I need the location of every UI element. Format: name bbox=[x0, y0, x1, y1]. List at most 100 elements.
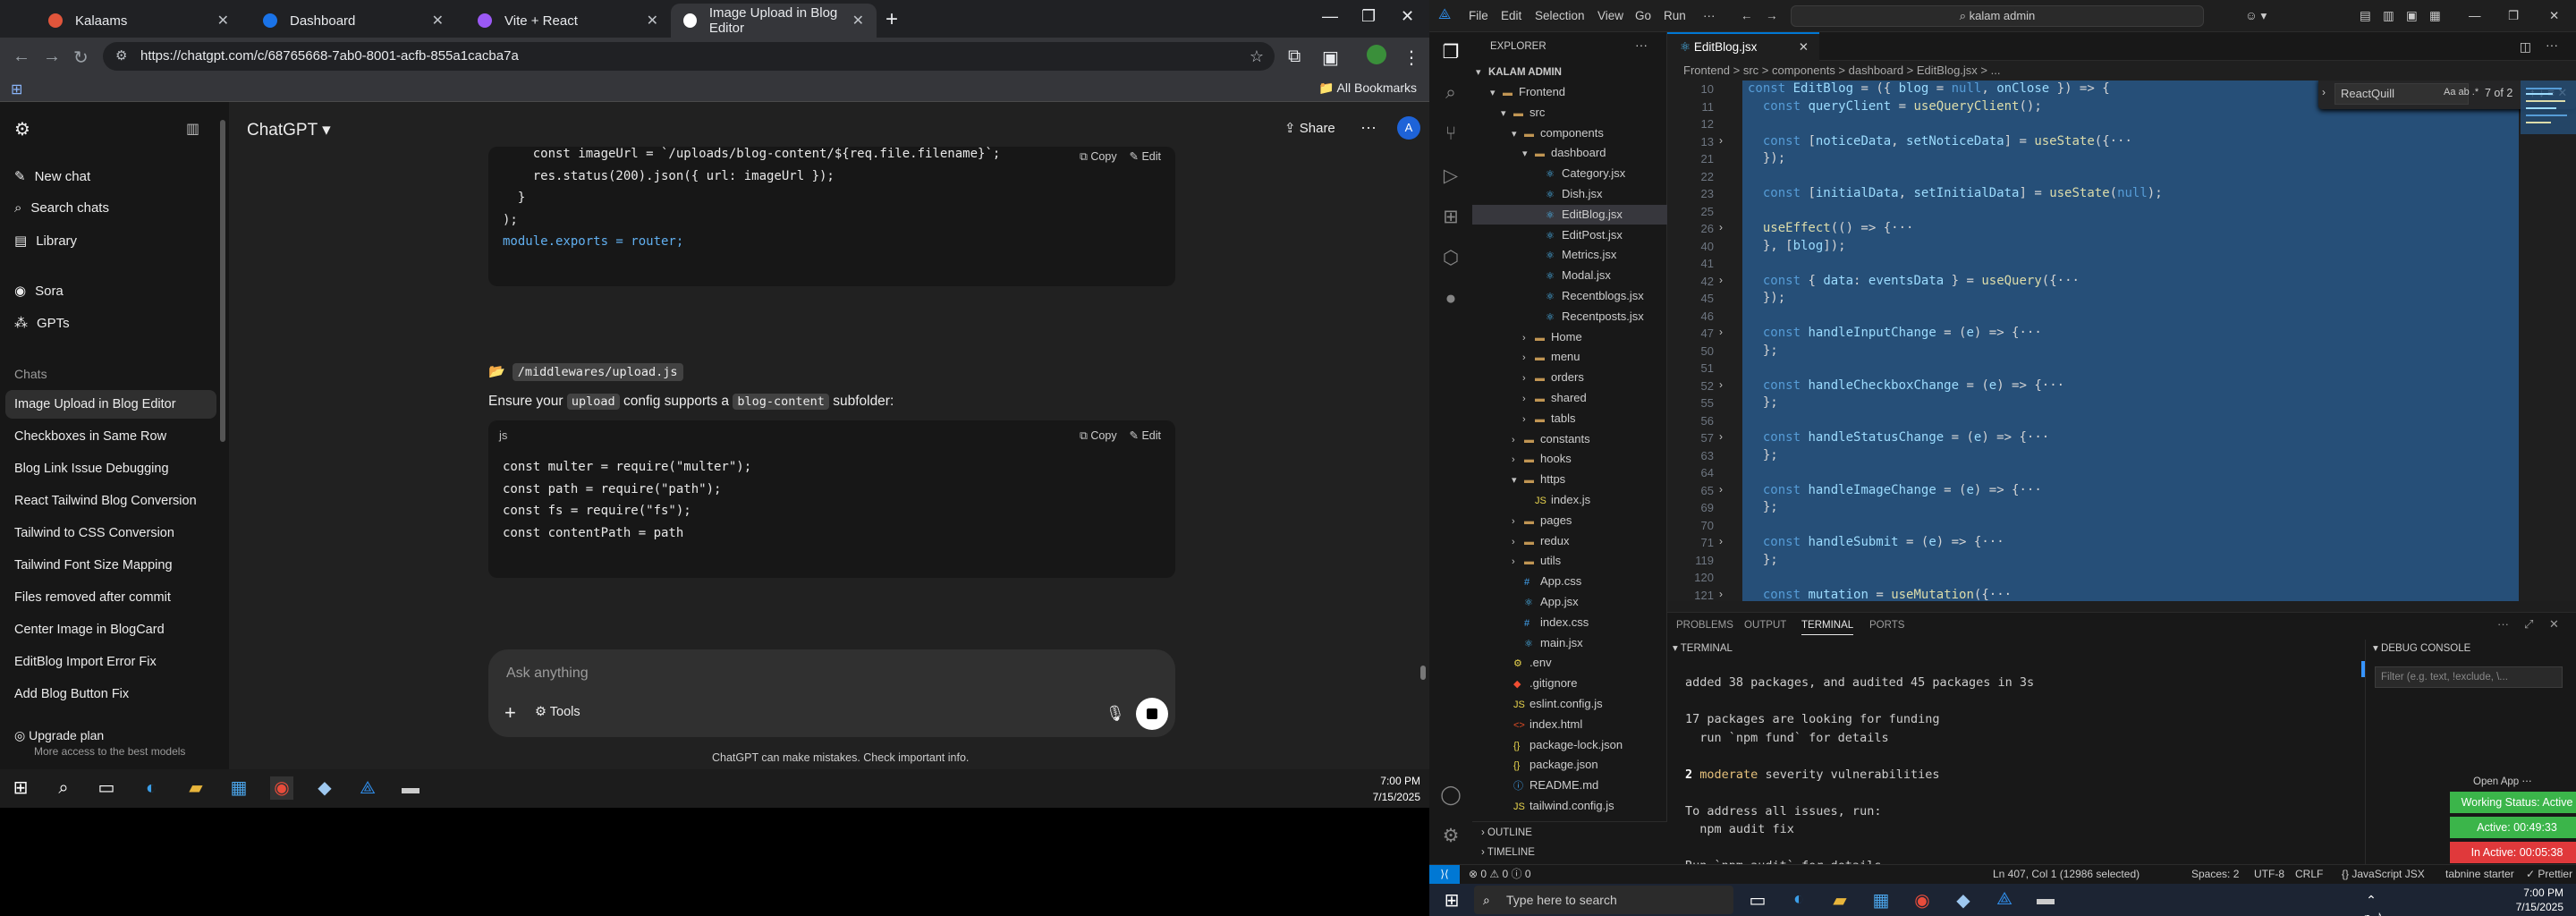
fold-chevron-icon[interactable]: › bbox=[1719, 588, 1723, 600]
tools-button[interactable]: ⚙ Tools bbox=[535, 705, 580, 719]
store-icon[interactable]: ▦ bbox=[227, 776, 250, 800]
tree-file[interactable]: {} package.json bbox=[1472, 755, 1667, 775]
fold-chevron-icon[interactable]: › bbox=[1719, 221, 1723, 233]
docker-icon[interactable]: ⬡ bbox=[1439, 247, 1462, 270]
fold-chevron-icon[interactable]: › bbox=[1719, 326, 1723, 338]
tree-folder[interactable]: › ▬ utils bbox=[1472, 551, 1667, 571]
tree-file[interactable]: ⚛ Modal.jsx bbox=[1472, 266, 1667, 285]
forward-icon[interactable]: → bbox=[43, 47, 61, 67]
tree-file[interactable]: ⚛ Recentposts.jsx bbox=[1472, 307, 1667, 327]
code-line[interactable]: const { data: eventsData } = useQuery({·… bbox=[1748, 274, 2080, 288]
layout-icon[interactable]: ▤ bbox=[2360, 9, 2371, 23]
outline-header[interactable]: › OUTLINE bbox=[1481, 827, 1532, 838]
debug-filter-input[interactable]: Filter (e.g. text, !exclude, \... bbox=[2375, 666, 2563, 688]
bookmark-star-icon[interactable]: ☆ bbox=[1250, 42, 1264, 71]
tree-folder[interactable]: ▾ ▬ components bbox=[1472, 123, 1667, 143]
chrome-icon[interactable]: ◉ bbox=[1911, 889, 1934, 912]
tree-file[interactable]: ⓘ README.md bbox=[1472, 776, 1667, 795]
fold-chevron-icon[interactable]: › bbox=[1719, 430, 1723, 443]
prettier-status[interactable]: ✓ Prettier bbox=[2526, 865, 2572, 884]
maximize-button[interactable]: ❐ bbox=[1361, 7, 1376, 26]
timeline-header[interactable]: › TIMELINE bbox=[1481, 847, 1535, 858]
copilot-icon[interactable]: ☺ ▾ bbox=[2245, 9, 2267, 23]
fold-chevron-icon[interactable]: › bbox=[1719, 535, 1723, 547]
encoding[interactable]: UTF-8 bbox=[2254, 865, 2284, 884]
tree-folder[interactable]: ▾ ▬ dashboard bbox=[1472, 143, 1667, 163]
windows-start-icon[interactable]: ⊞ bbox=[9, 776, 32, 800]
microphone-icon[interactable]: 🎙 bbox=[1106, 705, 1125, 723]
fold-chevron-icon[interactable]: › bbox=[1719, 483, 1723, 496]
tree-folder[interactable]: ▾ ▬ Frontend bbox=[1472, 82, 1667, 102]
gpts-button[interactable]: ⁂ GPTs bbox=[14, 315, 70, 332]
taskbar-clock[interactable]: 7:00 PM 7/15/2025 bbox=[1373, 773, 1420, 805]
task-view-icon[interactable]: ▭ bbox=[1746, 889, 1769, 912]
code-line[interactable]: }; bbox=[1748, 553, 1778, 567]
account-icon[interactable]: ◯ bbox=[1439, 784, 1462, 807]
close-icon[interactable]: ✕ bbox=[432, 12, 444, 30]
edge-icon[interactable]: ◐ bbox=[1787, 889, 1810, 912]
site-info-icon[interactable]: ⚙ bbox=[115, 42, 127, 71]
code-line[interactable]: const EditBlog = ({ blog = null, onClose… bbox=[1748, 81, 2110, 96]
code-line[interactable]: const handleInputChange = (e) => {··· bbox=[1748, 326, 2042, 340]
code-line[interactable]: }, [blog]); bbox=[1748, 239, 1846, 253]
tree-folder[interactable]: › ▬ redux bbox=[1472, 531, 1667, 551]
sidebar-scrollbar[interactable] bbox=[220, 120, 225, 442]
chat-item[interactable]: Tailwind Font Size Mapping bbox=[14, 558, 173, 572]
vscode-icon[interactable]: ⟁ bbox=[356, 776, 379, 800]
windows-start-icon[interactable]: ⊞ bbox=[1440, 889, 1463, 912]
menu-file[interactable]: File bbox=[1469, 9, 1488, 22]
menu-edit[interactable]: Edit bbox=[1501, 9, 1521, 22]
all-bookmarks[interactable]: 📁 All Bookmarks bbox=[1318, 81, 1417, 96]
tree-folder[interactable]: › ▬ tabls bbox=[1472, 409, 1667, 428]
chat-item[interactable]: EditBlog Import Error Fix bbox=[14, 655, 157, 669]
close-icon[interactable]: ✕ bbox=[852, 12, 864, 30]
toggle-panel-icon[interactable]: ▣ bbox=[2406, 9, 2418, 23]
search-chats-button[interactable]: ⌕ Search chats bbox=[14, 200, 109, 216]
message-input[interactable]: Ask anything bbox=[506, 666, 589, 682]
reload-icon[interactable]: ↻ bbox=[73, 47, 89, 69]
problems-count[interactable]: ⊗ 0 ⚠ 0 ⓘ 0 bbox=[1469, 865, 1531, 884]
new-chat-button[interactable]: ✎ New chat bbox=[14, 168, 90, 185]
indentation[interactable]: Spaces: 2 bbox=[2191, 865, 2239, 884]
task-view-icon[interactable]: ▭ bbox=[95, 776, 118, 800]
tree-file[interactable]: ⚛ Dish.jsx bbox=[1472, 184, 1667, 204]
edit-button[interactable]: ✎ Edit bbox=[1130, 150, 1162, 163]
close-icon[interactable]: ✕ bbox=[647, 12, 658, 30]
model-selector[interactable]: ChatGPT ▾ bbox=[247, 120, 331, 140]
source-control-icon[interactable]: ⑂ bbox=[1439, 123, 1462, 147]
tree-file[interactable]: JS eslint.config.js bbox=[1472, 694, 1667, 714]
panel-more-icon[interactable]: ··· bbox=[2497, 617, 2509, 631]
store-icon[interactable]: ▦ bbox=[1869, 889, 1893, 912]
mongodb-leaf-icon[interactable]: ● bbox=[1439, 288, 1462, 311]
fold-chevron-icon[interactable]: › bbox=[1719, 378, 1723, 391]
chat-item[interactable]: Files removed after commit bbox=[14, 590, 171, 605]
tabnine-status[interactable]: tabnine starter bbox=[2445, 865, 2514, 884]
terminal-icon[interactable]: ▬ bbox=[399, 776, 422, 800]
menu-view[interactable]: View bbox=[1597, 9, 1623, 22]
tree-file[interactable]: # index.css bbox=[1472, 613, 1667, 632]
profile-avatar[interactable] bbox=[1367, 45, 1386, 64]
tree-file[interactable]: JS index.js bbox=[1472, 490, 1667, 510]
code-line[interactable]: const [noticeData, setNoticeData] = useS… bbox=[1748, 134, 2132, 148]
find-options[interactable]: Aa ab .* bbox=[2444, 87, 2479, 98]
tree-folder[interactable]: › ▬ shared bbox=[1472, 388, 1667, 408]
vscode-icon[interactable]: ⟁ bbox=[1993, 889, 2016, 912]
code-line[interactable]: const mutation = useMutation({··· bbox=[1748, 588, 2012, 602]
tree-folder[interactable]: ▾ ▬ https bbox=[1472, 470, 1667, 489]
tab-problems[interactable]: PROBLEMS bbox=[1676, 620, 1733, 631]
explorer-more-icon[interactable]: ··· bbox=[1635, 38, 1648, 52]
tab-ports[interactable]: PORTS bbox=[1869, 620, 1904, 631]
toggle-sidebar-icon[interactable]: ▥ bbox=[2383, 9, 2394, 23]
code-line[interactable]: }); bbox=[1748, 291, 1785, 305]
code-line[interactable]: const handleCheckboxChange = (e) => {··· bbox=[1748, 378, 2064, 393]
tree-folder[interactable]: › ▬ pages bbox=[1472, 511, 1667, 530]
maximize-button[interactable]: ❐ bbox=[2508, 9, 2519, 23]
menu-selection[interactable]: Selection bbox=[1535, 9, 1585, 22]
tab-terminal[interactable]: TERMINAL bbox=[1801, 620, 1854, 635]
chat-item[interactable]: React Tailwind Blog Conversion bbox=[14, 494, 197, 508]
browser-tab-vite[interactable]: Vite + React ✕ bbox=[465, 4, 671, 38]
code-line[interactable]: const handleStatusChange = (e) => {··· bbox=[1748, 430, 2049, 445]
terminal-icon[interactable]: ▬ bbox=[2034, 889, 2057, 912]
edge-icon[interactable]: ◐ bbox=[140, 776, 163, 800]
back-icon[interactable]: ← bbox=[13, 47, 30, 67]
